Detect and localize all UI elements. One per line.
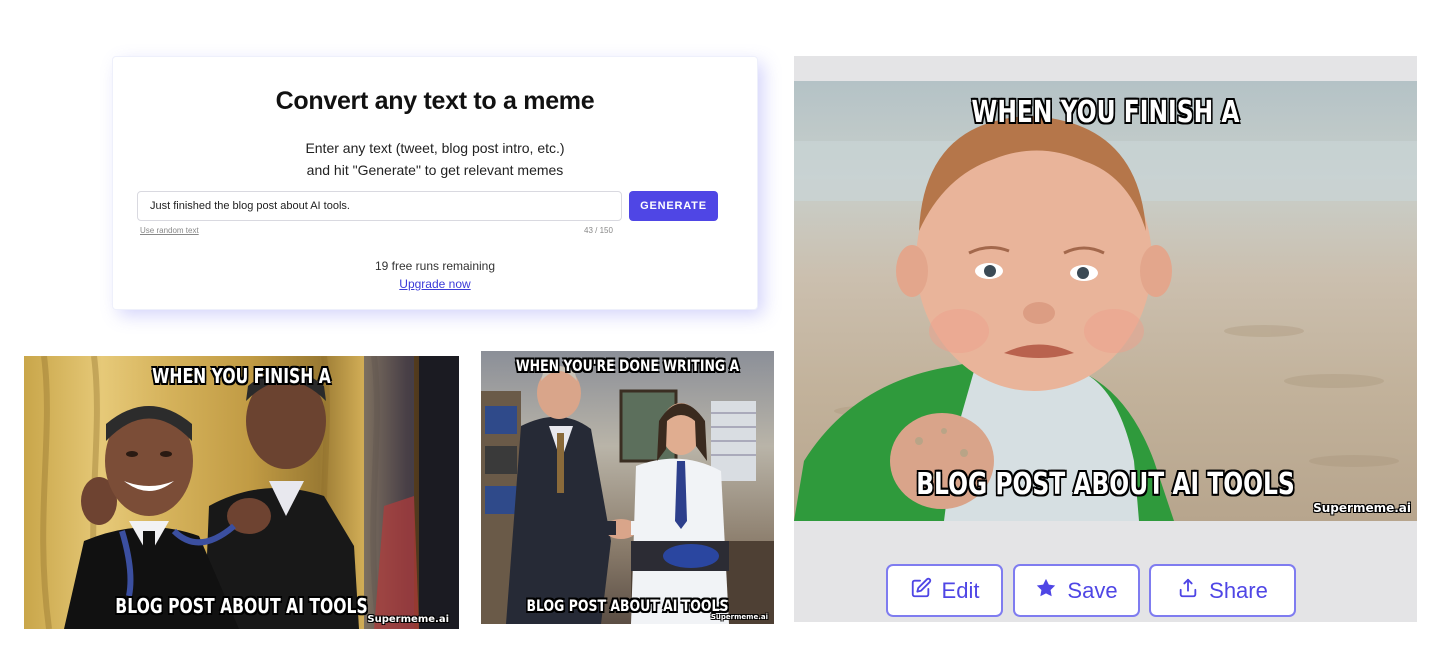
converter-title: Convert any text to a meme (275, 87, 595, 115)
meme-bottom-caption: BLOG POST ABOUT AI TOOLS (526, 596, 729, 615)
meme-top-caption: WHEN YOU FINISH A (152, 364, 331, 388)
meme-converter-card: Convert any text to a meme Enter any tex… (113, 57, 757, 309)
meme-bottom-caption: BLOG POST ABOUT AI TOOLS (115, 594, 368, 618)
meme-watermark: Supermeme.ai (1313, 501, 1411, 515)
save-button[interactable]: Save (1013, 564, 1140, 617)
meme-bottom-caption: BLOG POST ABOUT AI TOOLS (916, 467, 1295, 502)
save-label: Save (1067, 577, 1118, 603)
char-counter: 43 / 150 (584, 226, 613, 235)
share-label: Share (1209, 577, 1268, 603)
star-icon (1035, 577, 1057, 605)
edit-label: Edit (941, 577, 980, 603)
meme-image-handshake[interactable]: WHEN YOU'RE DONE WRITING A BLOG POST ABO… (481, 351, 774, 624)
upgrade-link[interactable]: Upgrade now (113, 277, 757, 291)
description-line-2: and hit "Generate" to get relevant memes (306, 162, 564, 178)
handshake-scene-illustration (481, 366, 774, 624)
meme-image-success-kid[interactable]: WHEN YOU FINISH A BLOG POST ABOUT AI TOO… (794, 81, 1417, 521)
pencil-square-icon (910, 577, 932, 605)
text-input-wrapper (137, 191, 622, 221)
meme-image-medal[interactable]: WHEN YOU FINISH A BLOG POST ABOUT AI TOO… (24, 356, 459, 629)
converter-description: Enter any text (tweet, blog post intro, … (113, 137, 757, 181)
medal-scene-illustration (40, 356, 459, 629)
success-kid-illustration (794, 116, 1417, 521)
meme-watermark: Supermeme.ai (367, 614, 449, 625)
description-line-1: Enter any text (tweet, blog post intro, … (305, 140, 565, 156)
meme-text-input[interactable] (138, 192, 621, 220)
meme-top-caption: WHEN YOU'RE DONE WRITING A (515, 356, 740, 375)
share-button[interactable]: Share (1149, 564, 1296, 617)
meme-watermark: Supermeme.ai (710, 613, 768, 621)
meme-top-caption: WHEN YOU FINISH A (971, 95, 1240, 130)
random-text-link[interactable]: Use random text (140, 226, 199, 235)
runs-remaining: 19 free runs remaining (374, 259, 496, 273)
edit-button[interactable]: Edit (886, 564, 1003, 617)
upload-share-icon (1177, 577, 1199, 605)
generate-button[interactable]: GENERATE (629, 191, 718, 221)
